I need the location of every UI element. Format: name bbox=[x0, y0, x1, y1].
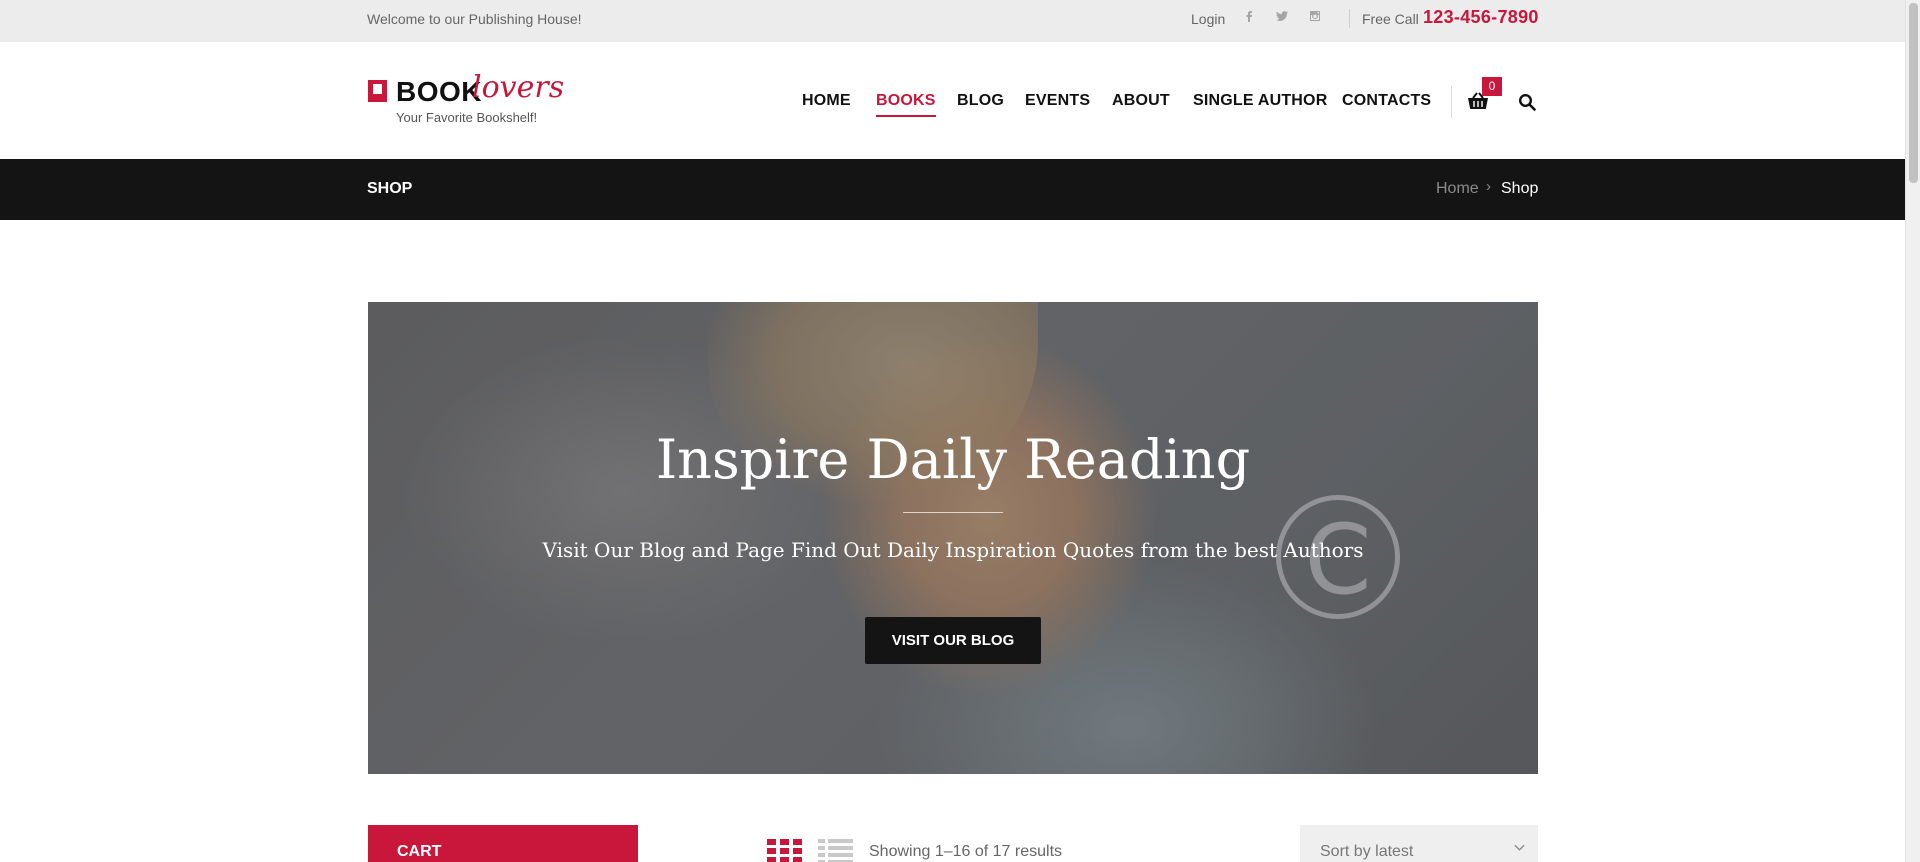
phone-number[interactable]: 123-456-7890 bbox=[1423, 7, 1539, 28]
visit-blog-button[interactable]: VISIT OUR BLOG bbox=[865, 617, 1041, 664]
bookmark-icon bbox=[368, 80, 387, 102]
facebook-icon[interactable] bbox=[1241, 10, 1257, 25]
nav-events[interactable]: Events bbox=[1025, 92, 1090, 110]
breadcrumb-current: Shop bbox=[1501, 180, 1539, 197]
logo-tagline: Your Favorite Bookshelf! bbox=[396, 110, 538, 125]
sort-select-value: Sort by latest bbox=[1320, 843, 1414, 860]
list-view-icon[interactable] bbox=[818, 839, 853, 862]
login-link[interactable]: Login bbox=[1191, 11, 1225, 27]
nav-home[interactable]: Home bbox=[802, 92, 851, 110]
cart-widget-title: CART bbox=[397, 843, 442, 860]
page-title: SHOP bbox=[367, 180, 413, 197]
welcome-message: Welcome to our Publishing House! bbox=[367, 11, 582, 27]
banner-divider bbox=[903, 512, 1003, 513]
topbar-divider bbox=[1349, 9, 1350, 28]
logo-lovers-text: lovers bbox=[472, 70, 565, 105]
site-logo[interactable]: BOOK lovers Your Favorite Bookshelf! bbox=[367, 70, 577, 130]
cart-widget: CART bbox=[368, 825, 638, 862]
breadcrumb-separator-icon: › bbox=[1486, 178, 1491, 195]
breadcrumb-home[interactable]: Home bbox=[1436, 180, 1479, 198]
nav-contacts[interactable]: Contacts bbox=[1342, 92, 1431, 110]
nav-about[interactable]: About bbox=[1112, 92, 1170, 110]
search-icon[interactable] bbox=[1518, 93, 1536, 111]
instagram-icon[interactable] bbox=[1307, 10, 1323, 25]
page-title-bar: SHOP Home › Shop bbox=[0, 159, 1905, 220]
nav-single-author[interactable]: Single Author bbox=[1193, 92, 1327, 110]
page-scrollbar[interactable] bbox=[1905, 0, 1920, 862]
nav-blog[interactable]: Blog bbox=[957, 92, 1004, 110]
nav-books[interactable]: Books bbox=[876, 92, 936, 117]
free-call-label: Free Call bbox=[1362, 11, 1419, 27]
nav-divider bbox=[1451, 86, 1452, 118]
chevron-down-icon bbox=[1514, 840, 1525, 855]
promo-banner: Inspire Daily Reading Visit Our Blog and… bbox=[368, 302, 1538, 774]
banner-subheading: Visit Our Blog and Page Find Out Daily I… bbox=[542, 538, 1364, 562]
banner-heading: Inspire Daily Reading bbox=[655, 428, 1251, 491]
scrollbar-thumb[interactable] bbox=[1909, 3, 1918, 183]
site-header: BOOK lovers Your Favorite Bookshelf! Hom… bbox=[0, 42, 1905, 159]
results-count: Showing 1–16 of 17 results bbox=[869, 843, 1063, 860]
sort-select[interactable]: Sort by latest bbox=[1300, 825, 1538, 862]
logo-book-text: BOOK bbox=[396, 76, 482, 107]
grid-view-icon[interactable] bbox=[767, 839, 802, 862]
top-bar: Welcome to our Publishing House! Login F… bbox=[0, 0, 1905, 42]
cart-count-badge: 0 bbox=[1482, 77, 1502, 96]
twitter-icon[interactable] bbox=[1274, 10, 1290, 25]
